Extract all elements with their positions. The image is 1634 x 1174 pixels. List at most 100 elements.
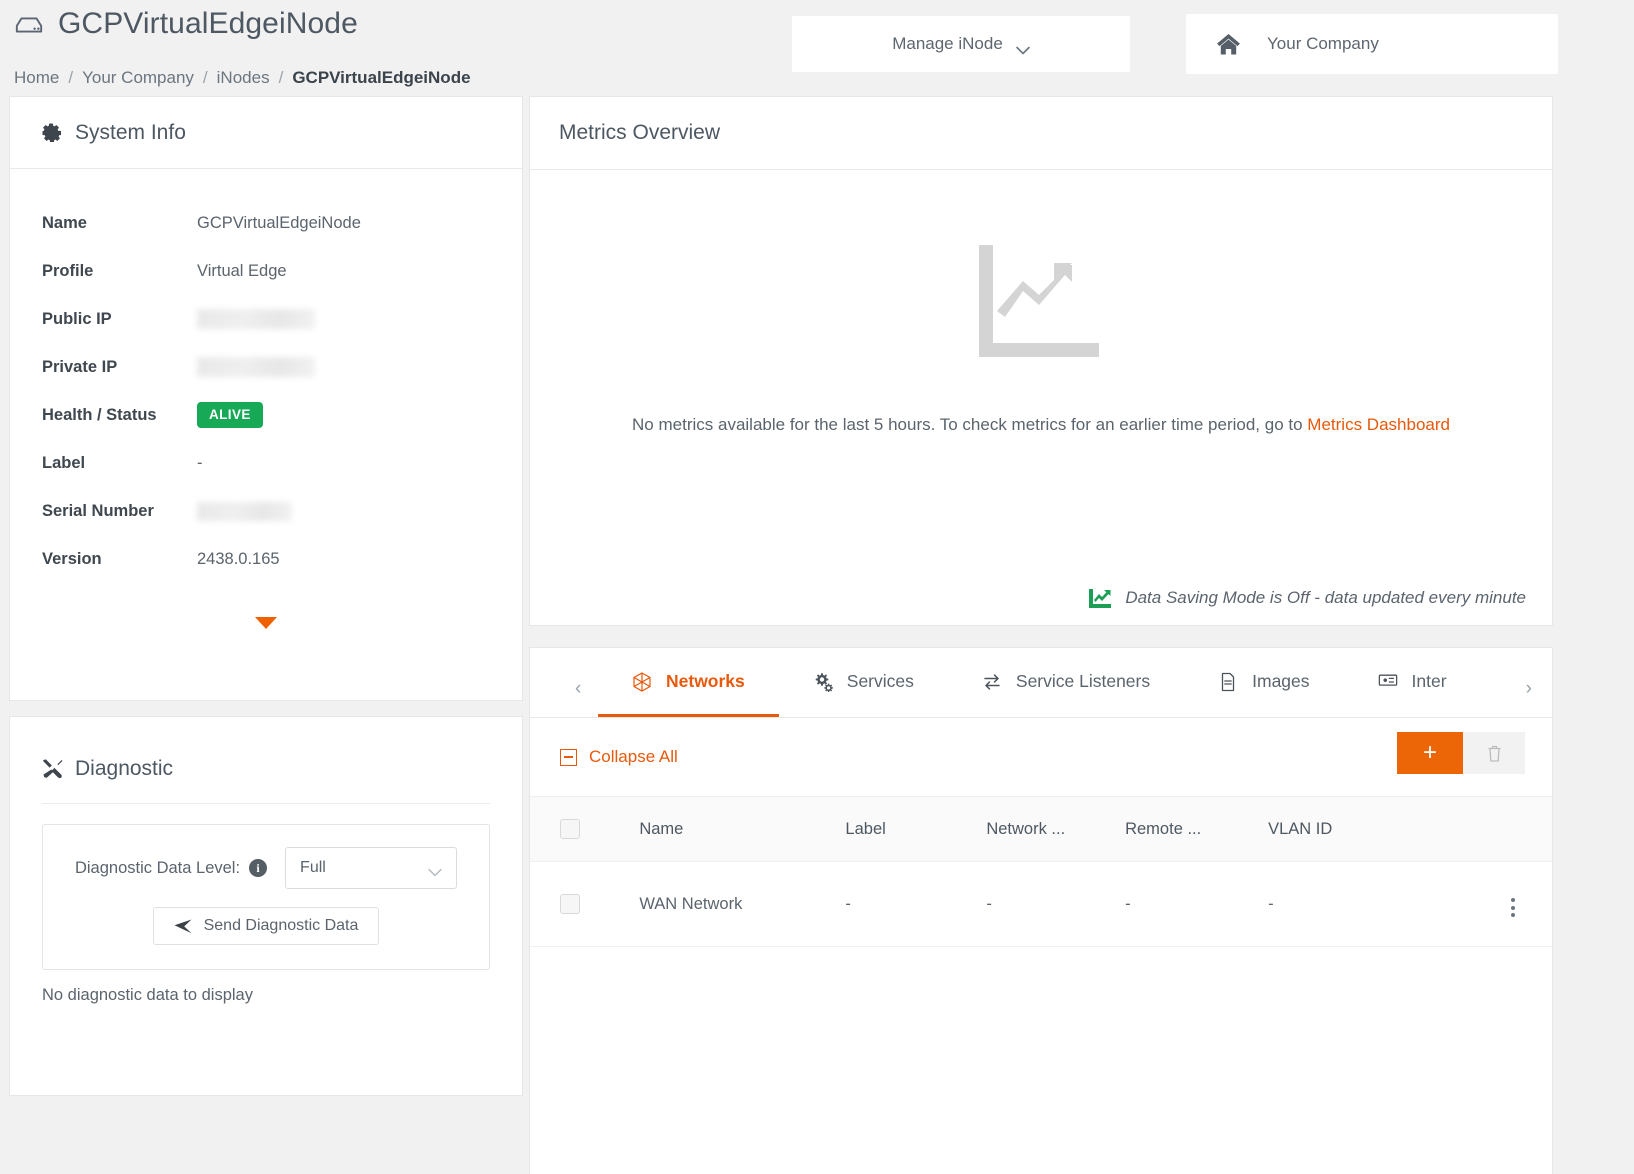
tab-service-listeners[interactable]: Service Listeners xyxy=(948,649,1184,717)
info-value-serial-number-redacted xyxy=(197,501,292,521)
collapse-all-button[interactable]: Collapse All xyxy=(560,747,678,767)
metrics-empty-text: No metrics available for the last 5 hour… xyxy=(632,415,1308,434)
interface-icon xyxy=(1378,672,1398,692)
breadcrumb-item-inodes[interactable]: iNodes xyxy=(217,68,270,88)
metrics-overview-title: Metrics Overview xyxy=(559,121,721,144)
column-header-actions xyxy=(1425,796,1552,862)
info-row-name: Name GCPVirtualEdgeiNode xyxy=(42,199,522,247)
cell-remote: - xyxy=(1125,861,1269,947)
info-row-serial-number: Serial Number xyxy=(42,487,522,535)
tab-images[interactable]: Images xyxy=(1184,649,1343,717)
table-header-row: Name Label Network ... Remote ... VLAN I… xyxy=(530,796,1552,862)
manage-inode-button[interactable]: Manage iNode xyxy=(792,16,1130,72)
metrics-dashboard-link[interactable]: Metrics Dashboard xyxy=(1307,415,1450,434)
info-label-health-status: Health / Status xyxy=(42,405,157,424)
diagnostic-title: Diagnostic xyxy=(75,757,174,780)
info-row-profile: Profile Virtual Edge xyxy=(42,247,522,295)
tab-images-label: Images xyxy=(1252,671,1310,691)
row-checkbox[interactable] xyxy=(560,894,580,914)
tab-services[interactable]: Services xyxy=(779,649,948,717)
main-content: System Info Name GCPVirtualEdgeiNode Pro… xyxy=(0,96,1634,1174)
info-label-version: Version xyxy=(42,549,102,568)
tab-interfaces-label: Inter xyxy=(1411,671,1447,691)
tab-networks[interactable]: Networks xyxy=(598,649,779,717)
diagnostic-header: Diagnostic xyxy=(10,717,522,781)
metrics-overview-body: No metrics available for the last 5 hour… xyxy=(530,170,1552,626)
info-value-private-ip-redacted xyxy=(197,357,315,377)
select-all-checkbox[interactable] xyxy=(560,819,580,839)
diagnostic-level-label: Diagnostic Data Level: xyxy=(74,858,241,877)
server-icon xyxy=(14,9,44,39)
tabs-scroll-left-icon[interactable]: ‹ xyxy=(575,678,581,700)
diagnostic-panel: Diagnostic Diagnostic Data Level: i Full xyxy=(9,716,523,1096)
tab-bar: ‹ › Networks Services Service Listeners … xyxy=(530,648,1552,718)
system-info-rows: Name GCPVirtualEdgeiNode Profile Virtual… xyxy=(10,169,522,583)
chevron-down-icon xyxy=(1015,40,1030,54)
file-image-icon xyxy=(1218,672,1238,692)
tab-service-listeners-label: Service Listeners xyxy=(1015,671,1151,691)
cell-label: - xyxy=(845,861,987,947)
diagnostic-empty-text: No diagnostic data to display xyxy=(42,986,253,1004)
send-diagnostic-data-button[interactable]: Send Diagnostic Data xyxy=(153,907,379,945)
delete-network-button[interactable] xyxy=(1463,732,1525,774)
diagnostic-controls: Diagnostic Data Level: i Full Send Diagn… xyxy=(42,824,490,970)
diagnostic-level-select[interactable]: Full xyxy=(285,847,458,889)
breadcrumb-item-home[interactable]: Home xyxy=(14,68,59,88)
diagnostic-level-selected-value: Full xyxy=(300,859,326,876)
tab-networks-label: Networks xyxy=(666,671,745,691)
breadcrumb-item-company[interactable]: Your Company xyxy=(82,68,194,88)
info-value-public-ip-redacted xyxy=(197,309,315,329)
system-info-panel: System Info Name GCPVirtualEdgeiNode Pro… xyxy=(9,96,523,701)
cell-name: WAN Network xyxy=(639,861,846,947)
page-title-group: GCPVirtualEdgeiNode xyxy=(14,6,358,42)
info-row-health-status: Health / Status ALIVE xyxy=(42,391,522,439)
breadcrumb-separator: / xyxy=(68,68,74,87)
breadcrumb-separator: / xyxy=(202,68,208,87)
table-row[interactable]: WAN Network - - - - xyxy=(530,861,1552,947)
info-label-label: Label xyxy=(42,453,86,472)
chevron-down-arrow-icon xyxy=(255,617,277,629)
breadcrumb-separator: / xyxy=(278,68,284,87)
breadcrumb-item-current: GCPVirtualEdgeiNode xyxy=(292,68,471,87)
row-actions-cell xyxy=(1425,861,1552,947)
diagnostic-level-row: Diagnostic Data Level: i Full xyxy=(61,847,471,889)
cell-vlan-id: - xyxy=(1268,861,1426,947)
info-row-label: Label - xyxy=(42,439,522,487)
column-header-network[interactable]: Network ... xyxy=(986,796,1126,862)
metrics-empty-message: No metrics available for the last 5 hour… xyxy=(530,415,1552,435)
row-menu-icon[interactable] xyxy=(1508,895,1518,920)
tab-interfaces[interactable]: Inter xyxy=(1344,649,1481,717)
column-header-remote[interactable]: Remote ... xyxy=(1125,796,1269,862)
data-saving-mode-text: Data Saving Mode is Off - data updated e… xyxy=(1125,588,1526,607)
info-label-public-ip: Public IP xyxy=(42,309,112,328)
tools-icon xyxy=(42,759,63,779)
company-button[interactable]: Your Company xyxy=(1186,14,1558,74)
column-header-name[interactable]: Name xyxy=(639,796,846,862)
networks-table: Name Label Network ... Remote ... VLAN I… xyxy=(530,796,1552,947)
info-row-private-ip: Private IP xyxy=(42,343,522,391)
info-label-private-ip: Private IP xyxy=(42,357,118,376)
system-info-expand-toggle[interactable] xyxy=(10,617,522,629)
diagnostic-divider xyxy=(42,803,490,804)
tab-services-label: Services xyxy=(846,671,914,691)
add-network-button[interactable]: + xyxy=(1397,732,1463,774)
column-header-vlan-id[interactable]: VLAN ID xyxy=(1268,796,1426,862)
info-value-version: 2438.0.165 xyxy=(197,549,280,568)
send-diagnostic-data-label: Send Diagnostic Data xyxy=(203,917,359,934)
metrics-overview-header: Metrics Overview xyxy=(530,97,1552,170)
info-value-name: GCPVirtualEdgeiNode xyxy=(197,213,361,232)
manage-inode-label: Manage iNode xyxy=(892,34,1003,53)
network-hex-icon xyxy=(632,671,652,692)
column-header-label[interactable]: Label xyxy=(845,796,987,862)
row-select-cell xyxy=(530,861,640,947)
table-toolbar: Collapse All + xyxy=(530,718,1552,796)
gears-icon xyxy=(813,672,833,692)
diagnostic-level-label-group: Diagnostic Data Level: i xyxy=(74,858,268,878)
trash-icon xyxy=(1486,744,1503,763)
chart-placeholder-icon xyxy=(530,245,1552,357)
info-icon[interactable]: i xyxy=(249,859,268,877)
info-label-name: Name xyxy=(42,213,87,232)
status-badge: ALIVE xyxy=(197,401,263,429)
tabs-scroll-right-icon[interactable]: › xyxy=(1526,678,1532,700)
info-value-label: - xyxy=(197,453,203,472)
